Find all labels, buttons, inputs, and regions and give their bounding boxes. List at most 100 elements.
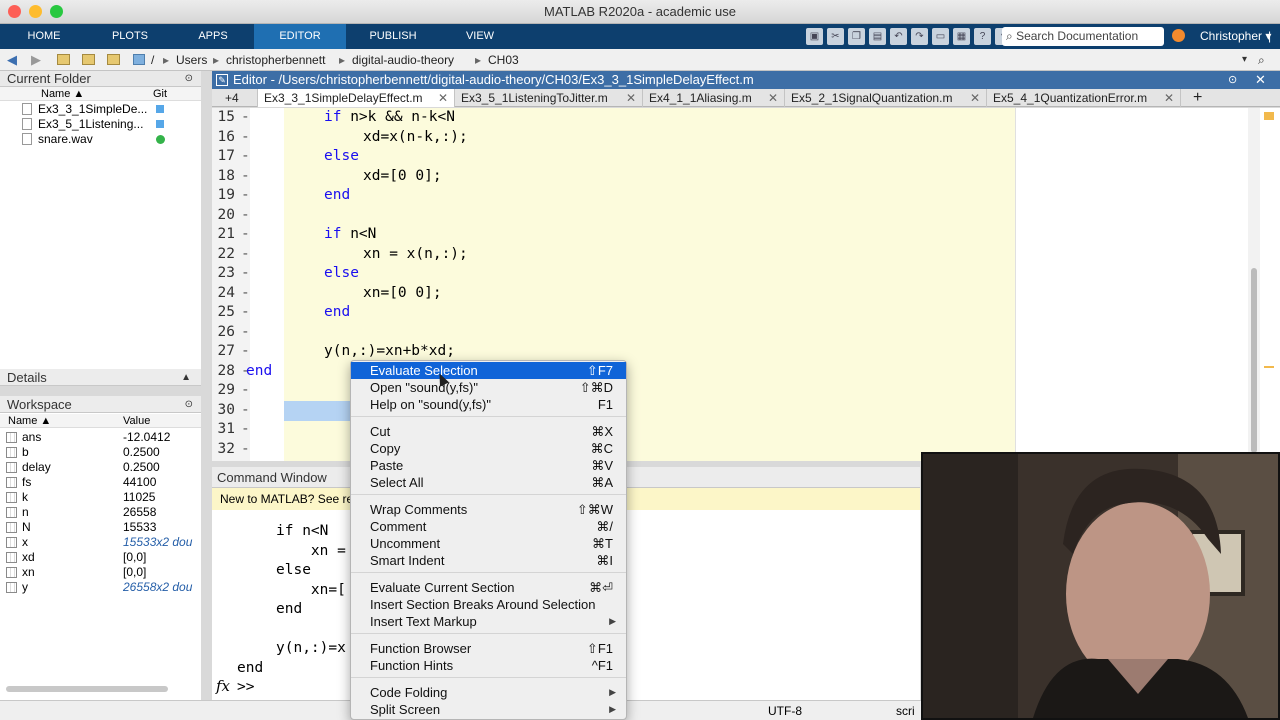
breakpoint-dash[interactable]: - bbox=[241, 167, 250, 187]
browse-folder-icon[interactable] bbox=[82, 54, 95, 65]
menu-item[interactable]: Evaluate Selection ⇧F7 bbox=[351, 362, 626, 379]
code-line[interactable]: 16- xd=x(n-k,:); bbox=[212, 128, 1248, 148]
cut-icon[interactable]: ✂ bbox=[827, 28, 844, 45]
search-documentation-input[interactable]: ⌕ Search Documentation bbox=[1002, 27, 1164, 46]
file-item[interactable]: snare.wav bbox=[22, 132, 165, 147]
breadcrumb-user[interactable]: christopherbennett bbox=[226, 49, 325, 71]
breakpoint-dash[interactable]: - bbox=[241, 186, 250, 206]
breakpoint-dash[interactable]: - bbox=[241, 225, 250, 245]
menu-item[interactable]: Paste ⌘V bbox=[351, 457, 626, 474]
tab-ex5-4-1[interactable]: Ex5_4_1QuantizationError.m ✕ bbox=[987, 89, 1181, 107]
code-line[interactable]: 15- if n>k && n-k<N bbox=[212, 108, 1248, 128]
help-icon[interactable]: ? bbox=[974, 28, 991, 45]
menu-item[interactable]: Code Folding ▶ bbox=[351, 684, 626, 701]
breakpoint-dash[interactable]: - bbox=[241, 128, 250, 148]
details-panel-header[interactable]: Details ▲ bbox=[0, 369, 201, 386]
address-search-icon[interactable]: ⌕ bbox=[1258, 49, 1265, 71]
breakpoint-dash[interactable]: - bbox=[241, 264, 250, 284]
tab-home[interactable]: HOME bbox=[0, 24, 88, 49]
column-name[interactable]: Name ▲ bbox=[41, 87, 84, 101]
breakpoint-dash[interactable]: - bbox=[241, 401, 250, 421]
menu-item[interactable]: Function Hints ^F1 bbox=[351, 657, 626, 674]
notification-bell-icon[interactable] bbox=[1172, 29, 1185, 42]
tab-apps[interactable]: APPS bbox=[172, 24, 254, 49]
file-type-status[interactable]: scri bbox=[896, 701, 915, 720]
code-line[interactable]: 26- bbox=[212, 323, 1248, 343]
code-line[interactable]: 19- end bbox=[212, 186, 1248, 206]
variable-row[interactable]: n 26558 bbox=[0, 505, 200, 520]
forward-arrow-icon[interactable]: ▶ bbox=[31, 49, 41, 71]
encoding-status[interactable]: UTF-8 bbox=[768, 701, 802, 720]
file-item[interactable]: Ex3_5_1Listening... bbox=[22, 117, 164, 132]
tab-view[interactable]: VIEW bbox=[440, 24, 520, 49]
code-line[interactable]: 21- if n<N bbox=[212, 225, 1248, 245]
menu-item[interactable]: Evaluate Current Section ⌘⏎ bbox=[351, 579, 626, 596]
code-line[interactable]: 22- xn = x(n,:); bbox=[212, 245, 1248, 265]
breakpoint-dash[interactable]: - bbox=[241, 342, 250, 362]
breakpoint-dash[interactable]: - bbox=[241, 420, 250, 440]
code-line[interactable]: 23- else bbox=[212, 264, 1248, 284]
variable-row[interactable]: N 15533 bbox=[0, 520, 200, 535]
tab-editor[interactable]: EDITOR bbox=[254, 24, 346, 49]
variable-row[interactable]: k 11025 bbox=[0, 490, 200, 505]
close-editor-icon[interactable]: ✕ bbox=[1255, 71, 1266, 89]
breakpoint-dash[interactable]: - bbox=[241, 108, 250, 128]
menu-item[interactable]: Help on "sound(y,fs)" F1 bbox=[351, 396, 626, 413]
undo-icon[interactable]: ↶ bbox=[890, 28, 907, 45]
menu-item[interactable]: Comment ⌘/ bbox=[351, 518, 626, 535]
menu-item[interactable]: Wrap Comments ⇧⌘W bbox=[351, 501, 626, 518]
command-prompt[interactable]: >> bbox=[237, 678, 254, 698]
menu-item[interactable]: Function Browser ⇧F1 bbox=[351, 640, 626, 657]
warning-marker[interactable] bbox=[1264, 366, 1274, 368]
variable-row[interactable]: xn [0,0] bbox=[0, 565, 200, 580]
variable-row[interactable]: xd [0,0] bbox=[0, 550, 200, 565]
menu-item[interactable]: Select All ⌘A bbox=[351, 474, 626, 491]
vertical-scrollbar[interactable] bbox=[1248, 108, 1260, 461]
variable-row[interactable]: b 0.2500 bbox=[0, 445, 200, 460]
breadcrumb-users[interactable]: Users bbox=[176, 49, 207, 71]
close-tab-icon[interactable]: ✕ bbox=[626, 89, 636, 107]
tab-ex3-5-1[interactable]: Ex3_5_1ListeningToJitter.m ✕ bbox=[455, 89, 643, 107]
close-tab-icon[interactable]: ✕ bbox=[438, 89, 448, 107]
column-name[interactable]: Name ▲ bbox=[8, 414, 51, 428]
close-tab-icon[interactable]: ✕ bbox=[1164, 89, 1174, 107]
chevron-up-icon[interactable]: ▲ bbox=[181, 369, 191, 386]
variable-row[interactable]: ans -12.0412 bbox=[0, 430, 200, 445]
search-folder-icon[interactable] bbox=[107, 54, 120, 65]
zoom-window-button[interactable] bbox=[50, 5, 63, 18]
code-line[interactable]: 27- y(n,:)=xn+b*xd; bbox=[212, 342, 1248, 362]
back-arrow-icon[interactable]: ◀ bbox=[7, 49, 17, 71]
close-tab-icon[interactable]: ✕ bbox=[768, 89, 778, 107]
up-folder-icon[interactable] bbox=[57, 54, 70, 65]
menu-item[interactable]: Copy ⌘C bbox=[351, 440, 626, 457]
scroll-thumb[interactable] bbox=[1251, 268, 1257, 453]
tab-publish[interactable]: PUBLISH bbox=[346, 24, 440, 49]
redo-icon[interactable]: ↷ bbox=[911, 28, 928, 45]
column-git[interactable]: Git bbox=[153, 87, 167, 101]
more-options-icon[interactable]: | bbox=[1268, 24, 1271, 49]
breakpoint-dash[interactable]: - bbox=[241, 303, 250, 323]
menu-item[interactable]: Open "sound(y,fs)" ⇧⌘D bbox=[351, 379, 626, 396]
code-line[interactable]: 17- else bbox=[212, 147, 1248, 167]
account-menu[interactable]: Christopher ▾ bbox=[1200, 24, 1271, 49]
switch-windows-icon[interactable]: ▭ bbox=[932, 28, 949, 45]
horizontal-scrollbar[interactable] bbox=[6, 686, 168, 692]
menu-item[interactable]: Cut ⌘X bbox=[351, 423, 626, 440]
menu-item[interactable]: Insert Section Breaks Around Selection bbox=[351, 596, 626, 613]
breakpoint-dash[interactable]: - bbox=[241, 206, 250, 226]
menu-item[interactable]: Smart Indent ⌘I bbox=[351, 552, 626, 569]
tab-ex4-1-1[interactable]: Ex4_1_1Aliasing.m ✕ bbox=[643, 89, 785, 107]
warning-indicator-icon[interactable] bbox=[1264, 112, 1274, 120]
breadcrumb-ch03[interactable]: CH03 bbox=[488, 49, 519, 71]
breakpoint-dash[interactable]: - bbox=[241, 440, 250, 460]
code-line[interactable]: 20- bbox=[212, 206, 1248, 226]
minimize-window-button[interactable] bbox=[29, 5, 42, 18]
tab-plots[interactable]: PLOTS bbox=[88, 24, 172, 49]
function-browser-icon[interactable]: fx bbox=[216, 677, 230, 695]
save-icon[interactable]: ▣ bbox=[806, 28, 823, 45]
column-value[interactable]: Value bbox=[123, 414, 150, 428]
close-tab-icon[interactable]: ✕ bbox=[970, 89, 980, 107]
menu-item[interactable]: Insert Text Markup ▶ bbox=[351, 613, 626, 630]
breakpoint-dash[interactable]: - bbox=[241, 147, 250, 167]
editor-options-icon[interactable]: ⊙ bbox=[1228, 71, 1237, 89]
